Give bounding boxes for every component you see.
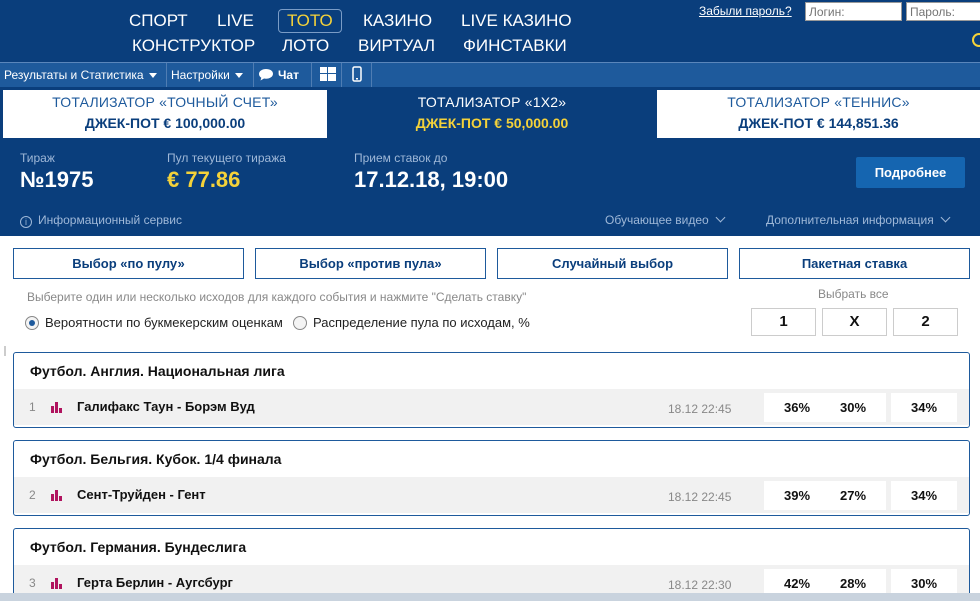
deadline-label: Прием ставок до xyxy=(354,151,448,165)
package-bet-button[interactable]: Пакетная ставка xyxy=(739,248,970,279)
nav-live[interactable]: LIVE xyxy=(217,11,254,31)
outcome-2-button[interactable]: 34% xyxy=(891,481,957,510)
radio-selected-icon xyxy=(25,316,39,330)
instruction-hint: Выберите один или несколько исходов для … xyxy=(27,290,527,304)
outcome-x-button[interactable]: 30% xyxy=(820,393,886,422)
league-title: Футбол. Германия. Бундеслига xyxy=(30,539,247,555)
radio-bookmaker[interactable]: Вероятности по букмекерским оценкам xyxy=(25,315,283,330)
choose-all-label: Выбрать все xyxy=(818,287,889,301)
pool-label: Пул текущего тиража xyxy=(167,151,286,165)
tab-title: ТОТАЛИЗАТОР «1X2» xyxy=(417,94,567,110)
stats-bars-icon[interactable] xyxy=(51,578,63,589)
tab-exact-score[interactable]: ТОТАЛИЗАТОР «ТОЧНЫЙ СЧЕТ» ДЖЕК-ПОТ € 100… xyxy=(3,90,327,138)
match-date: 18.12 22:45 xyxy=(668,490,732,504)
select-all-x-button[interactable]: X xyxy=(822,308,887,336)
tab-jackpot: ДЖЕК-ПОТ € 144,851.36 xyxy=(738,115,899,131)
toolbar: Результаты и Статистика Настройки Чат xyxy=(0,62,980,88)
more-details-button[interactable]: Подробнее xyxy=(856,157,965,188)
draw-number: №1975 xyxy=(20,167,94,192)
nav-casino[interactable]: КАЗИНО xyxy=(363,11,432,31)
nav-loto[interactable]: ЛОТО xyxy=(282,36,329,56)
os-taskbar xyxy=(0,593,980,601)
results-statistics-dropdown[interactable]: Результаты и Статистика xyxy=(0,63,167,87)
event-block: Футбол. Англия. Национальная лига 1 Гали… xyxy=(13,352,970,428)
tutorial-video-label: Обучающее видео xyxy=(605,213,709,227)
password-input[interactable] xyxy=(906,2,980,21)
match-number: 2 xyxy=(29,488,36,502)
match-name: Сент-Труйден - Гент xyxy=(77,487,206,502)
draw-label: Тираж xyxy=(20,151,55,165)
select-all-1-button[interactable]: 1 xyxy=(751,308,816,336)
windows-button[interactable] xyxy=(312,63,342,87)
login-ring-icon[interactable] xyxy=(972,33,980,47)
match-number: 3 xyxy=(29,576,36,590)
league-title: Футбол. Бельгия. Кубок. 1/4 финала xyxy=(30,451,282,467)
results-label: Результаты и Статистика xyxy=(4,68,144,82)
radio-label: Распределение пула по исходам, % xyxy=(313,315,530,330)
tab-1x2[interactable]: ТОТАЛИЗАТОР «1X2» ДЖЕК-ПОТ € 50,000.00 xyxy=(329,90,655,138)
nav-live-casino[interactable]: LIVE КАЗИНО xyxy=(461,11,572,31)
tab-title: ТОТАЛИЗАТОР «ТЕННИС» xyxy=(727,94,910,110)
settings-dropdown[interactable]: Настройки xyxy=(167,63,254,87)
info-service-link[interactable]: i Информационный сервис xyxy=(20,213,182,228)
chevron-down-icon xyxy=(148,73,157,79)
outcome-2-button[interactable]: 34% xyxy=(891,393,957,422)
tab-jackpot: ДЖЕК-ПОТ € 50,000.00 xyxy=(415,115,569,131)
nav-toto[interactable]: ТОТО xyxy=(278,9,342,33)
against-pool-button[interactable]: Выбор «против пула» xyxy=(255,248,486,279)
match-row: 2 Сент-Труйден - Гент 18.12 22:45 39% 27… xyxy=(14,477,969,513)
chat-label: Чат xyxy=(278,68,299,82)
outcome-x-button[interactable]: 27% xyxy=(820,481,886,510)
match-row: 1 Галифакс Таун - Борэм Вуд 18.12 22:45 … xyxy=(14,389,969,425)
mobile-button[interactable] xyxy=(342,63,372,87)
stats-bars-icon[interactable] xyxy=(51,490,63,501)
nav-constructor[interactable]: КОНСТРУКТОР xyxy=(132,36,255,56)
info-service-label: Информационный сервис xyxy=(38,213,182,227)
radio-pool-distribution[interactable]: Распределение пула по исходам, % xyxy=(293,315,530,330)
select-all-2-button[interactable]: 2 xyxy=(893,308,958,336)
login-input[interactable] xyxy=(805,2,902,21)
radio-label: Вероятности по букмекерским оценкам xyxy=(45,315,283,330)
chevron-down-icon xyxy=(715,212,726,223)
forgot-password-link[interactable]: Забыли пароль? xyxy=(699,4,792,18)
divider xyxy=(0,346,6,356)
nav-sport[interactable]: СПОРТ xyxy=(129,11,188,31)
deadline-value: 17.12.18, 19:00 xyxy=(354,167,509,192)
additional-info-dropdown[interactable]: Дополнительная информация xyxy=(766,212,951,227)
match-number: 1 xyxy=(29,400,36,414)
pool-choice-button[interactable]: Выбор «по пулу» xyxy=(13,248,244,279)
radio-unselected-icon xyxy=(293,316,307,330)
match-name: Герта Берлин - Аугсбург xyxy=(77,575,233,590)
nav-virtual[interactable]: ВИРТУАЛ xyxy=(358,36,435,56)
chevron-down-icon xyxy=(940,212,951,223)
event-block: Футбол. Бельгия. Кубок. 1/4 финала 2 Сен… xyxy=(13,440,970,516)
match-date: 18.12 22:45 xyxy=(668,402,732,416)
tab-tennis[interactable]: ТОТАЛИЗАТОР «ТЕННИС» ДЖЕК-ПОТ € 144,851.… xyxy=(657,90,980,138)
stats-bars-icon[interactable] xyxy=(51,402,63,413)
random-choice-button[interactable]: Случайный выбор xyxy=(497,248,728,279)
event-block: Футбол. Германия. Бундеслига 3 Герта Бер… xyxy=(13,528,970,601)
pool-value: € 77.86 xyxy=(167,167,241,192)
top-navigation: СПОРТ LIVE ТОТО КАЗИНО LIVE КАЗИНО КОНСТ… xyxy=(0,0,980,62)
tutorial-video-dropdown[interactable]: Обучающее видео xyxy=(605,212,726,227)
nav-finstavki[interactable]: ФИНСТАВКИ xyxy=(463,36,567,56)
mobile-icon xyxy=(352,66,362,82)
tab-title: ТОТАЛИЗАТОР «ТОЧНЫЙ СЧЕТ» xyxy=(52,94,278,110)
tab-jackpot: ДЖЕК-ПОТ € 100,000.00 xyxy=(84,115,246,131)
league-title: Футбол. Англия. Национальная лига xyxy=(30,363,285,379)
settings-label: Настройки xyxy=(171,68,230,82)
match-date: 18.12 22:30 xyxy=(668,578,732,592)
match-name: Галифакс Таун - Борэм Вуд xyxy=(77,399,255,414)
additional-info-label: Дополнительная информация xyxy=(766,213,934,227)
chat-button[interactable]: Чат xyxy=(254,63,312,87)
chevron-down-icon xyxy=(234,73,243,79)
windows-icon xyxy=(320,67,336,81)
chat-bubble-icon xyxy=(259,69,273,81)
info-icon: i xyxy=(20,216,32,228)
